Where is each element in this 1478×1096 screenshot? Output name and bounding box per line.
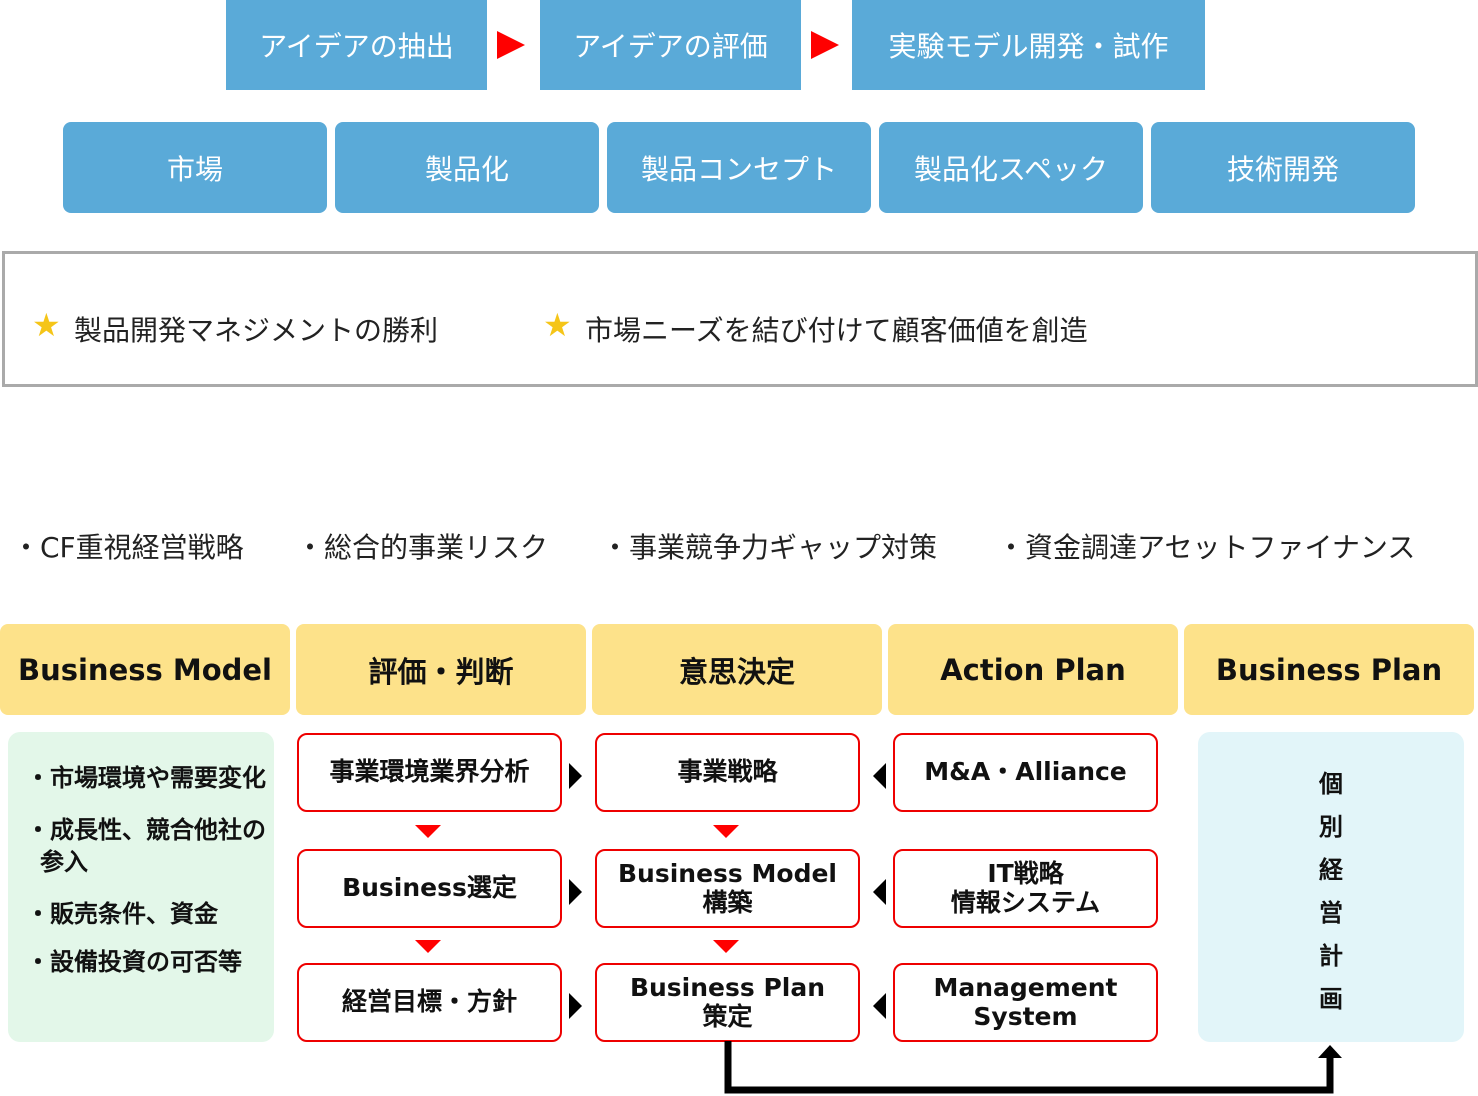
connector-line — [724, 1041, 1334, 1094]
connector-arrow — [724, 1041, 1342, 1094]
arrow-up-icon — [1318, 1045, 1342, 1058]
